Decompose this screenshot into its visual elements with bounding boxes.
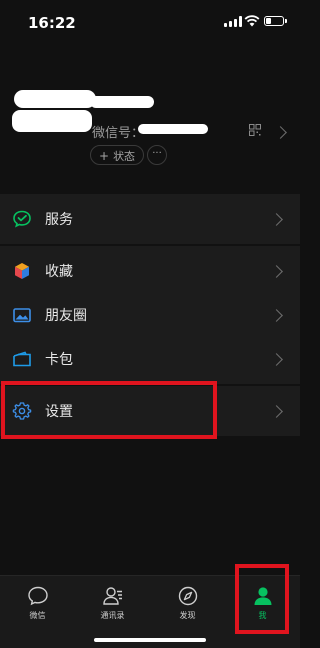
status-button-label: 状态 bbox=[113, 150, 136, 163]
redacted-name bbox=[14, 90, 96, 108]
tab-chats[interactable]: 微信 bbox=[0, 576, 75, 636]
menu-item-label: 设置 bbox=[45, 404, 73, 420]
tab-label: 我 bbox=[258, 611, 267, 620]
plus-icon: + bbox=[99, 149, 110, 163]
menu-item-label: 收藏 bbox=[45, 264, 73, 280]
moments-photo-icon bbox=[13, 308, 31, 323]
redacted-avatar bbox=[12, 110, 92, 132]
profile-header[interactable]: 微信号： + 状态 ··· bbox=[0, 44, 300, 192]
menu-item-label: 朋友圈 bbox=[45, 308, 87, 324]
menu-item-moments[interactable]: 朋友圈 bbox=[0, 290, 300, 340]
tab-contacts[interactable]: 通讯录 bbox=[75, 576, 150, 636]
tab-discover[interactable]: 发现 bbox=[150, 576, 225, 636]
more-options-button[interactable]: ··· bbox=[147, 145, 167, 165]
tab-label: 通讯录 bbox=[100, 611, 125, 620]
settings-gear-icon bbox=[12, 402, 32, 420]
wechat-id-label: 微信号： bbox=[92, 126, 145, 141]
chevron-right-icon bbox=[270, 353, 283, 366]
card-wallet-icon bbox=[13, 351, 31, 367]
status-bar: 16:22 bbox=[0, 0, 300, 44]
person-icon bbox=[254, 587, 272, 605]
redacted-name-2 bbox=[90, 96, 154, 108]
chevron-right-icon bbox=[270, 405, 283, 418]
chevron-right-icon bbox=[270, 213, 283, 226]
battery-level bbox=[266, 18, 271, 24]
compass-icon bbox=[178, 586, 198, 606]
tab-label: 微信 bbox=[29, 611, 46, 620]
tab-label: 发现 bbox=[179, 611, 196, 620]
home-indicator[interactable] bbox=[94, 638, 206, 642]
menu-item-card-wallet[interactable]: 卡包 bbox=[0, 334, 300, 384]
menu-item-settings[interactable]: 设置 bbox=[0, 386, 300, 436]
favorites-cube-icon bbox=[15, 263, 29, 279]
menu-item-favorites[interactable]: 收藏 bbox=[0, 246, 300, 296]
chevron-right-icon bbox=[274, 126, 287, 139]
qr-code-icon[interactable] bbox=[249, 124, 261, 136]
tab-me[interactable]: 我 bbox=[225, 576, 300, 636]
chevron-right-icon bbox=[270, 265, 283, 278]
redacted-wechat-id bbox=[138, 124, 208, 134]
menu-item-label: 卡包 bbox=[45, 352, 73, 368]
wifi-icon bbox=[244, 15, 260, 27]
menu-item-label: 服务 bbox=[45, 212, 73, 228]
menu-item-services[interactable]: 服务 bbox=[0, 194, 300, 244]
wechat-pay-icon bbox=[13, 210, 31, 228]
contacts-icon bbox=[103, 587, 122, 605]
chat-bubble-icon bbox=[28, 586, 48, 606]
cellular-signal-icon bbox=[224, 16, 242, 27]
add-status-button[interactable]: + 状态 bbox=[90, 145, 145, 165]
chevron-right-icon bbox=[270, 309, 283, 322]
status-time: 16:22 bbox=[28, 14, 76, 32]
battery-icon bbox=[264, 16, 287, 26]
